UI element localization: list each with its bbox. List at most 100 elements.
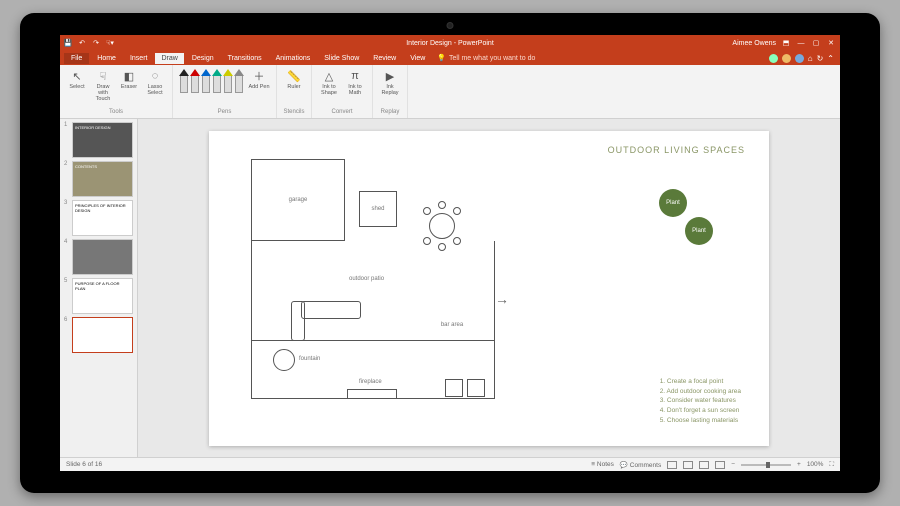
plant-shape[interactable]: Plant	[685, 217, 713, 245]
reading-view-icon[interactable]	[699, 461, 709, 469]
sorter-view-icon[interactable]	[683, 461, 693, 469]
chair-shape	[423, 207, 431, 215]
pen-swatch[interactable]	[201, 69, 211, 95]
presence-avatar[interactable]	[795, 54, 804, 63]
window-title: Interior Design - PowerPoint	[406, 40, 494, 47]
tab-insert[interactable]: Insert	[124, 53, 154, 64]
ribbon-group-convert: △Ink to Shape πInk to Math Convert	[312, 65, 373, 118]
app-window: 💾 ↶ ↷ ☟▾ Interior Design - PowerPoint Ai…	[60, 35, 840, 471]
eraser-icon: ◧	[122, 69, 136, 83]
thumb-number: 6	[64, 317, 70, 353]
slideshow-view-icon[interactable]	[715, 461, 725, 469]
ribbon-options-icon[interactable]: ⬒	[781, 39, 791, 47]
zoom-out-icon[interactable]: −	[731, 461, 735, 468]
fit-window-icon[interactable]: ⛶	[829, 461, 834, 469]
maximize-icon[interactable]: ▢	[811, 39, 821, 47]
tab-animations[interactable]: Animations	[270, 53, 317, 64]
ribbon-group-pens: ＋Add Pen Pens	[173, 65, 277, 118]
ink-to-math-button[interactable]: πInk to Math	[344, 69, 366, 96]
tab-slideshow[interactable]: Slide Show	[318, 53, 365, 64]
workspace: 1INTERIOR DESIGN2CONTENTS3PRINCIPLES OF …	[60, 119, 840, 457]
undo-icon[interactable]: ↶	[78, 39, 86, 47]
history-icon[interactable]: ↻	[817, 54, 824, 63]
presence-avatar[interactable]	[782, 54, 791, 63]
tab-view[interactable]: View	[404, 53, 431, 64]
label-patio: outdoor patio	[349, 276, 384, 282]
tip-line: 5. Choose lasting materials	[660, 416, 741, 426]
pen-swatch[interactable]	[212, 69, 222, 95]
sofa-shape	[291, 301, 305, 341]
room-shed: shed	[359, 191, 397, 227]
plant-shape[interactable]: Plant	[659, 189, 687, 217]
notes-button[interactable]: ≡ Notes	[591, 461, 614, 468]
select-button[interactable]: ↖Select	[66, 69, 88, 90]
slide-title: OUTDOOR LIVING SPACES	[608, 145, 745, 155]
slide[interactable]: OUTDOOR LIVING SPACES garage shed outdoo…	[209, 131, 769, 446]
slide-thumbnail[interactable]: PURPOSE OF A FLOOR PLAN	[72, 278, 133, 314]
zoom-level[interactable]: 100%	[807, 461, 824, 468]
zoom-in-icon[interactable]: +	[797, 461, 801, 468]
slide-thumbnail[interactable]	[72, 317, 133, 353]
save-icon[interactable]: 💾	[64, 39, 72, 47]
lasso-button[interactable]: ◌Lasso Select	[144, 69, 166, 96]
appliance-shape	[445, 379, 463, 397]
lightbulb-icon: 💡	[437, 54, 446, 62]
share-icon[interactable]: ⌂	[808, 54, 813, 63]
pen-swatch[interactable]	[190, 69, 200, 95]
appliance-shape	[467, 379, 485, 397]
ribbon-tabs: File Home Insert Draw Design Transitions…	[60, 51, 840, 65]
tips-list: 1. Create a focal point2. Add outdoor co…	[660, 377, 741, 426]
tab-review[interactable]: Review	[367, 53, 402, 64]
user-name[interactable]: Aimee Owens	[732, 40, 776, 47]
slide-thumbnail[interactable]: CONTENTS	[72, 161, 133, 197]
chair-shape	[438, 201, 446, 209]
redo-icon[interactable]: ↷	[92, 39, 100, 47]
slide-thumbnail[interactable]: PRINCIPLES OF INTERIOR DESIGN	[72, 200, 133, 236]
pen-swatch[interactable]	[223, 69, 233, 95]
chair-shape	[453, 207, 461, 215]
tab-draw[interactable]: Draw	[155, 53, 183, 64]
tab-home[interactable]: Home	[91, 53, 122, 64]
arrow-icon: →	[495, 291, 509, 307]
pen-swatch[interactable]	[234, 69, 244, 95]
eraser-button[interactable]: ◧Eraser	[118, 69, 140, 90]
group-label: Replay	[381, 109, 400, 116]
ribbon-group-replay: ▶Ink Replay Replay	[373, 65, 408, 118]
normal-view-icon[interactable]	[667, 461, 677, 469]
thumb-number: 2	[64, 161, 70, 197]
minimize-icon[interactable]: —	[796, 40, 806, 47]
label-fountain: fountain	[299, 356, 320, 362]
room-garage: garage	[251, 159, 345, 241]
tip-line: 2. Add outdoor cooking area	[660, 387, 741, 397]
tab-transitions[interactable]: Transitions	[222, 53, 268, 64]
tip-line: 4. Don't forget a sun screen	[660, 406, 741, 416]
presence-avatar[interactable]	[769, 54, 778, 63]
ruler-button[interactable]: 📏Ruler	[283, 69, 305, 90]
slide-thumbnail-panel[interactable]: 1INTERIOR DESIGN2CONTENTS3PRINCIPLES OF …	[60, 119, 138, 457]
close-icon[interactable]: ✕	[826, 39, 836, 47]
chair-shape	[423, 237, 431, 245]
ink-replay-button[interactable]: ▶Ink Replay	[379, 69, 401, 96]
cursor-icon: ↖	[70, 69, 84, 83]
slide-thumbnail[interactable]: INTERIOR DESIGN	[72, 122, 133, 158]
tip-line: 3. Consider water features	[660, 396, 741, 406]
tell-me-search[interactable]: 💡 Tell me what you want to do	[437, 54, 535, 62]
comments-icon[interactable]: ⌃	[827, 54, 834, 63]
zoom-slider[interactable]	[741, 464, 791, 466]
thumb-number: 3	[64, 200, 70, 236]
tab-design[interactable]: Design	[186, 53, 220, 64]
slide-counter[interactable]: Slide 6 of 16	[66, 461, 102, 468]
tab-file[interactable]: File	[64, 53, 89, 64]
pen-gallery[interactable]: ＋Add Pen	[179, 69, 270, 95]
tell-me-label: Tell me what you want to do	[449, 55, 535, 62]
add-pen-button[interactable]: ＋Add Pen	[248, 69, 270, 90]
label-fireplace: fireplace	[359, 379, 382, 385]
slide-thumbnail[interactable]	[72, 239, 133, 275]
touch-mode-icon[interactable]: ☟▾	[106, 39, 114, 47]
ink-to-shape-button[interactable]: △Ink to Shape	[318, 69, 340, 96]
touch-icon: ☟	[96, 69, 110, 83]
pen-swatch[interactable]	[179, 69, 189, 95]
draw-touch-button[interactable]: ☟Draw with Touch	[92, 69, 114, 102]
thumb-number: 5	[64, 278, 70, 314]
comments-button[interactable]: 💬 Comments	[620, 461, 661, 469]
